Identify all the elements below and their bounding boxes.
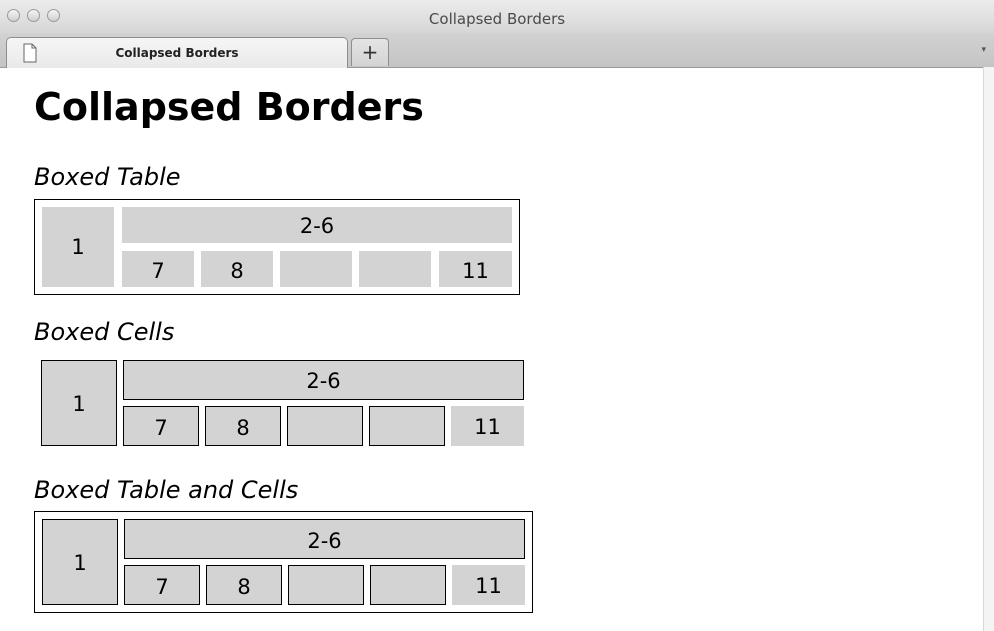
- window-titlebar: Collapsed Borders: [0, 0, 994, 33]
- table1-cell: 7: [122, 251, 194, 287]
- table2-cell-colspan: 2-6: [123, 360, 524, 400]
- section-title-boxed-cells: Boxed Cells: [34, 318, 175, 346]
- table3-cell-colspan: 2-6: [124, 519, 525, 559]
- page-title: Collapsed Borders: [34, 85, 424, 129]
- tab-label: Collapsed Borders: [115, 46, 239, 60]
- table3-cell-rowspan: 1: [42, 519, 118, 605]
- new-tab-button[interactable]: +: [351, 38, 389, 66]
- tab-menu-arrow-icon[interactable]: ▾: [981, 45, 986, 55]
- table2-cell: [287, 406, 363, 446]
- table1-cell-colspan: 2-6: [122, 207, 512, 243]
- table2-cell: 8: [205, 406, 281, 446]
- tab-collapsed-borders[interactable]: Collapsed Borders: [6, 37, 348, 68]
- table1-cell: [280, 251, 352, 287]
- window-title: Collapsed Borders: [428, 10, 566, 28]
- table2-cell: 11: [451, 406, 524, 446]
- table3-cell: 7: [124, 565, 200, 605]
- table2-cell-rowspan: 1: [41, 360, 117, 446]
- table1-cell: 8: [201, 251, 273, 287]
- table2-cell: [369, 406, 445, 446]
- table1-cell: [359, 251, 431, 287]
- table3-cell: [370, 565, 446, 605]
- section-title-boxed-table-and-cells: Boxed Table and Cells: [34, 476, 299, 504]
- table3-cell: 11: [452, 565, 525, 605]
- tab-strip: Collapsed Borders + ▾: [0, 33, 994, 68]
- scrollbar-track[interactable]: [983, 67, 994, 631]
- table3-cell: [288, 565, 364, 605]
- table1-cell: 11: [439, 251, 512, 287]
- section-title-boxed-table: Boxed Table: [34, 163, 181, 191]
- table2-cell: 7: [123, 406, 199, 446]
- table1-cell-rowspan: 1: [42, 207, 114, 287]
- table3-cell: 8: [206, 565, 282, 605]
